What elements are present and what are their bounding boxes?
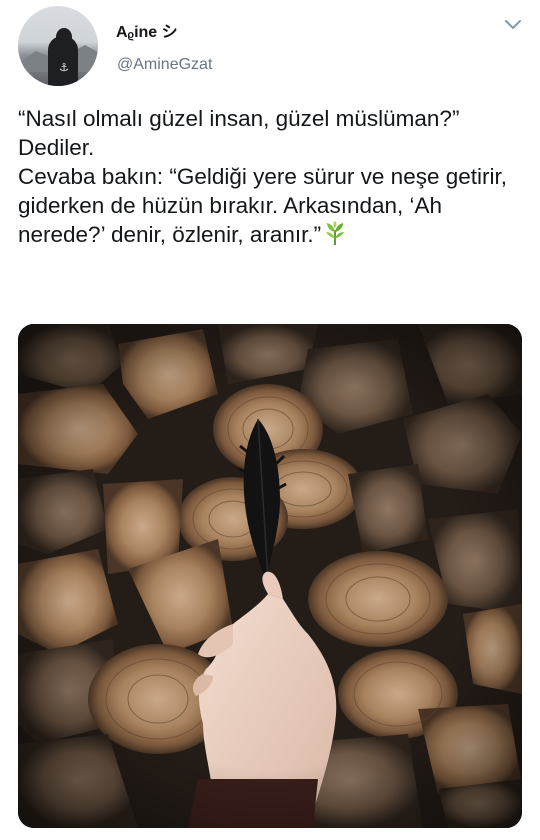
author-display-name[interactable]: Aᵨine シ	[116, 18, 178, 42]
herb-emoji-icon	[326, 221, 345, 245]
avatar-hooded-figure	[48, 36, 78, 86]
tweet-media-photo[interactable]	[18, 324, 522, 828]
avatar-emblem-icon: ⚓	[59, 62, 69, 74]
author-avatar[interactable]: ⚓	[18, 6, 98, 86]
tweet-text: “Nasıl olmalı güzel insan, güzel müslüma…	[18, 104, 523, 249]
chevron-down-icon[interactable]	[504, 18, 522, 32]
photo-logs-feather-hand	[18, 324, 522, 828]
tweet-text-body: “Nasıl olmalı güzel insan, güzel müslüma…	[18, 106, 507, 247]
author-handle[interactable]: @AmineGzat	[117, 56, 212, 74]
